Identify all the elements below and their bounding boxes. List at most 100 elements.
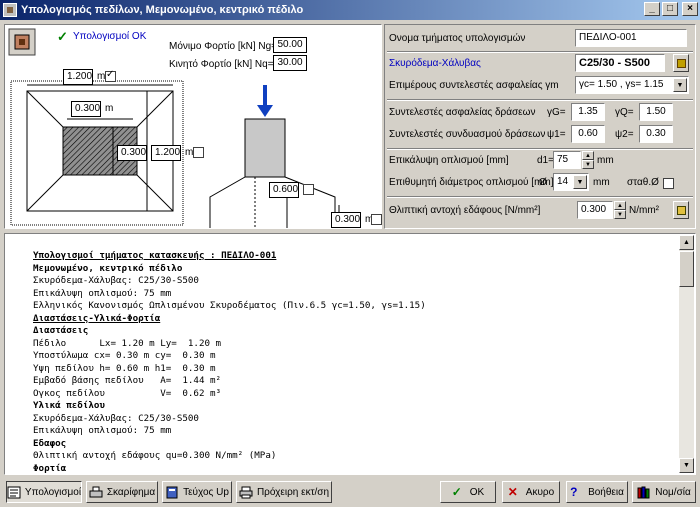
report-line: Διαστάσεις-Υλικά-Φορτία [33, 312, 161, 324]
report-output[interactable]: Υπολογισμοί τμήματος κατασκευής : ΠΕΔΙΛΟ… [4, 233, 696, 475]
live-load-input[interactable]: 30.00 [273, 55, 307, 71]
psi1-label: ψ1= [547, 129, 566, 140]
check-icon: ✓ [451, 484, 462, 499]
footing-length-checkbox[interactable] [193, 147, 204, 158]
bar-diameter-select[interactable]: 14 ▼ [553, 173, 589, 191]
app-icon [3, 3, 17, 17]
report-line: Εμβαδό βάσης πεδίλου A= 1.44 m² [33, 375, 222, 386]
report-line: Σκυρόδεμα-Χάλυβας: C25/30-S500 [33, 275, 199, 286]
column-width-unit: m [105, 103, 114, 114]
spin-up-icon[interactable]: ▲ [614, 201, 626, 210]
minimize-button[interactable]: _ [644, 2, 660, 16]
parameters-panel: Ονομα τμήματος υπολογισμών ΠΕΔΙΛΟ-001 Σκ… [384, 24, 696, 229]
help-label: Βοήθεια [588, 486, 624, 498]
diameter-symbol: Ø [539, 177, 547, 188]
live-load-label: Κινητό Φορτίο [kN] Nq= [169, 59, 274, 70]
materials-field[interactable]: C25/30 - S500 [575, 54, 665, 72]
help-button[interactable]: ? Βοήθεια [566, 481, 628, 503]
draft-print-label: Πρόχειρη εκτ/ση [256, 486, 330, 498]
volume-up-button[interactable]: Τεύχος Up [162, 481, 232, 503]
column-depth-input[interactable]: 0.300 [117, 145, 147, 161]
report-line: Υπολογισμοί τμήματος κατασκευής : ΠΕΔΙΛΟ… [33, 250, 277, 261]
close-button[interactable]: × [682, 2, 698, 16]
fixed-diameter-checkbox[interactable] [663, 178, 674, 189]
report-scrollbar[interactable]: ▲ ▼ [679, 235, 694, 473]
permanent-load-input[interactable]: 50.00 [273, 37, 307, 53]
report-line: Σκυρόδεμα-Χάλυβας: C25/30-S500 [33, 412, 199, 424]
psi2-label: ψ2= [615, 129, 634, 140]
report-line: Πέδιλο Lx= 1.20 m Ly= 1.20 m [33, 337, 222, 349]
maximize-button[interactable]: □ [662, 2, 678, 16]
cover-label: Επικάλυψη οπλισμού [mm] [389, 155, 509, 166]
footing-length-input[interactable]: 1.200 [151, 145, 181, 161]
spin-down-icon[interactable]: ▼ [582, 160, 594, 169]
action-factors-label: Συντελεστές ασφαλείας δράσεων [389, 107, 536, 118]
chevron-down-icon[interactable]: ▼ [573, 175, 587, 189]
soil-strength-spinner[interactable]: ▲ ▼ [614, 201, 626, 219]
report-line: Υψη πεδίλου h= 0.60 m h1= 0.30 m [33, 362, 216, 374]
gQ-input[interactable]: 1.50 [639, 103, 673, 121]
partial-factors-select[interactable]: γc= 1.50 , γs= 1.15 ▼ [575, 76, 689, 94]
status-ok-text: Υπολογισμοί OK [73, 31, 147, 42]
footing-height-checkbox[interactable] [303, 184, 314, 195]
title-bar: Υπολογισμός πεδίλων, Μεμονωμένο, κεντρικ… [0, 0, 700, 20]
footing-width-checkbox[interactable] [105, 69, 116, 82]
spin-up-icon[interactable]: ▲ [582, 151, 594, 160]
book-icon [165, 486, 179, 499]
calculations-button[interactable]: Υπολογισμοί [6, 481, 82, 503]
regulations-label: Νομ/σία [655, 486, 691, 498]
draft-print-button[interactable]: Πρόχειρη εκτ/ση [236, 481, 332, 503]
partial-factors-label: Επιμέρους συντελεστές ασφαλείας γm [389, 80, 559, 91]
footing-height-input[interactable]: 0.600 [269, 182, 299, 198]
fixed-diameter-label: σταθ.Ø [627, 177, 659, 188]
materials-label: Σκυρόδεμα-Χάλυβας [389, 58, 481, 69]
permanent-load-label: Μόνιμο Φορτίο [kN] Ng= [169, 41, 277, 52]
soil-strength-input[interactable]: 0.300 [577, 201, 613, 219]
report-line: Θλιπτική αντοχή εδάφους qu=0.300 N/mm² (… [33, 450, 277, 461]
calculations-label: Υπολογισμοί [24, 486, 82, 498]
psi1-input[interactable]: 0.60 [571, 125, 605, 143]
scroll-thumb[interactable] [679, 251, 694, 287]
cancel-label: Ακυρο [525, 486, 555, 498]
sketch-icon [89, 486, 103, 499]
report-line: Υλικά πεδίλου [33, 400, 105, 411]
soil-strength-unit: N/mm² [629, 205, 659, 216]
report-line: Υποστύλωμα cx= 0.30 m cy= 0.30 m [33, 350, 216, 361]
report-line: Ογκος πεδίλου V= 0.62 m³ [33, 387, 222, 399]
report-text: Υπολογισμοί τμήματος κατασκευής : ΠΕΔΙΛΟ… [33, 250, 426, 474]
volume-up-label: Τεύχος Up [183, 486, 229, 498]
gG-input[interactable]: 1.35 [571, 103, 605, 121]
ok-label: ΟΚ [469, 486, 485, 498]
ok-button[interactable]: ✓ ΟΚ [440, 481, 496, 503]
element-name-label: Ονομα τμήματος υπολογισμών [389, 33, 526, 44]
d1-input[interactable]: 75 [553, 151, 581, 169]
footing-width-input[interactable]: 1.200 [63, 69, 93, 85]
edge-height-input[interactable]: 0.300 [331, 212, 361, 228]
report-line: Εδαφος [33, 437, 67, 449]
materials-edit-icon[interactable] [673, 54, 689, 72]
footing-type-icon[interactable] [8, 28, 36, 56]
column-width-input[interactable]: 0.300 [71, 101, 101, 117]
cancel-button[interactable]: ✕ Ακυρο [502, 481, 560, 503]
regulations-button[interactable]: Νομ/σία [632, 481, 696, 503]
gG-label: γG= [547, 107, 566, 118]
edge-height-checkbox[interactable] [371, 214, 382, 225]
chevron-down-icon[interactable]: ▼ [673, 78, 687, 92]
report-line: Ελληνικός Κανονισμός Ωπλισμένου Σκυροδέμ… [33, 300, 426, 311]
scroll-down-icon[interactable]: ▼ [679, 458, 694, 473]
cross-icon: ✕ [507, 484, 518, 499]
psi2-input[interactable]: 0.30 [639, 125, 673, 143]
scroll-up-icon[interactable]: ▲ [679, 235, 694, 250]
help-icon: ? [570, 484, 578, 499]
books-icon [637, 486, 651, 499]
soil-table-icon[interactable] [673, 201, 689, 219]
d1-spinner[interactable]: ▲ ▼ [582, 151, 594, 169]
partial-factors-value: γc= 1.50 , γs= 1.15 [579, 79, 664, 90]
element-name-input[interactable]: ΠΕΔΙΛΟ-001 [575, 29, 687, 47]
gQ-label: γQ= [615, 107, 634, 118]
sketch-button[interactable]: Σκαρίφημα [86, 481, 158, 503]
report-line: Μεμονωμένο, κεντρικό πέδιλο [33, 262, 183, 274]
sketch-label: Σκαρίφημα [106, 486, 156, 498]
bar-diameter-value: 14 [557, 176, 569, 187]
spin-down-icon[interactable]: ▼ [614, 210, 626, 219]
